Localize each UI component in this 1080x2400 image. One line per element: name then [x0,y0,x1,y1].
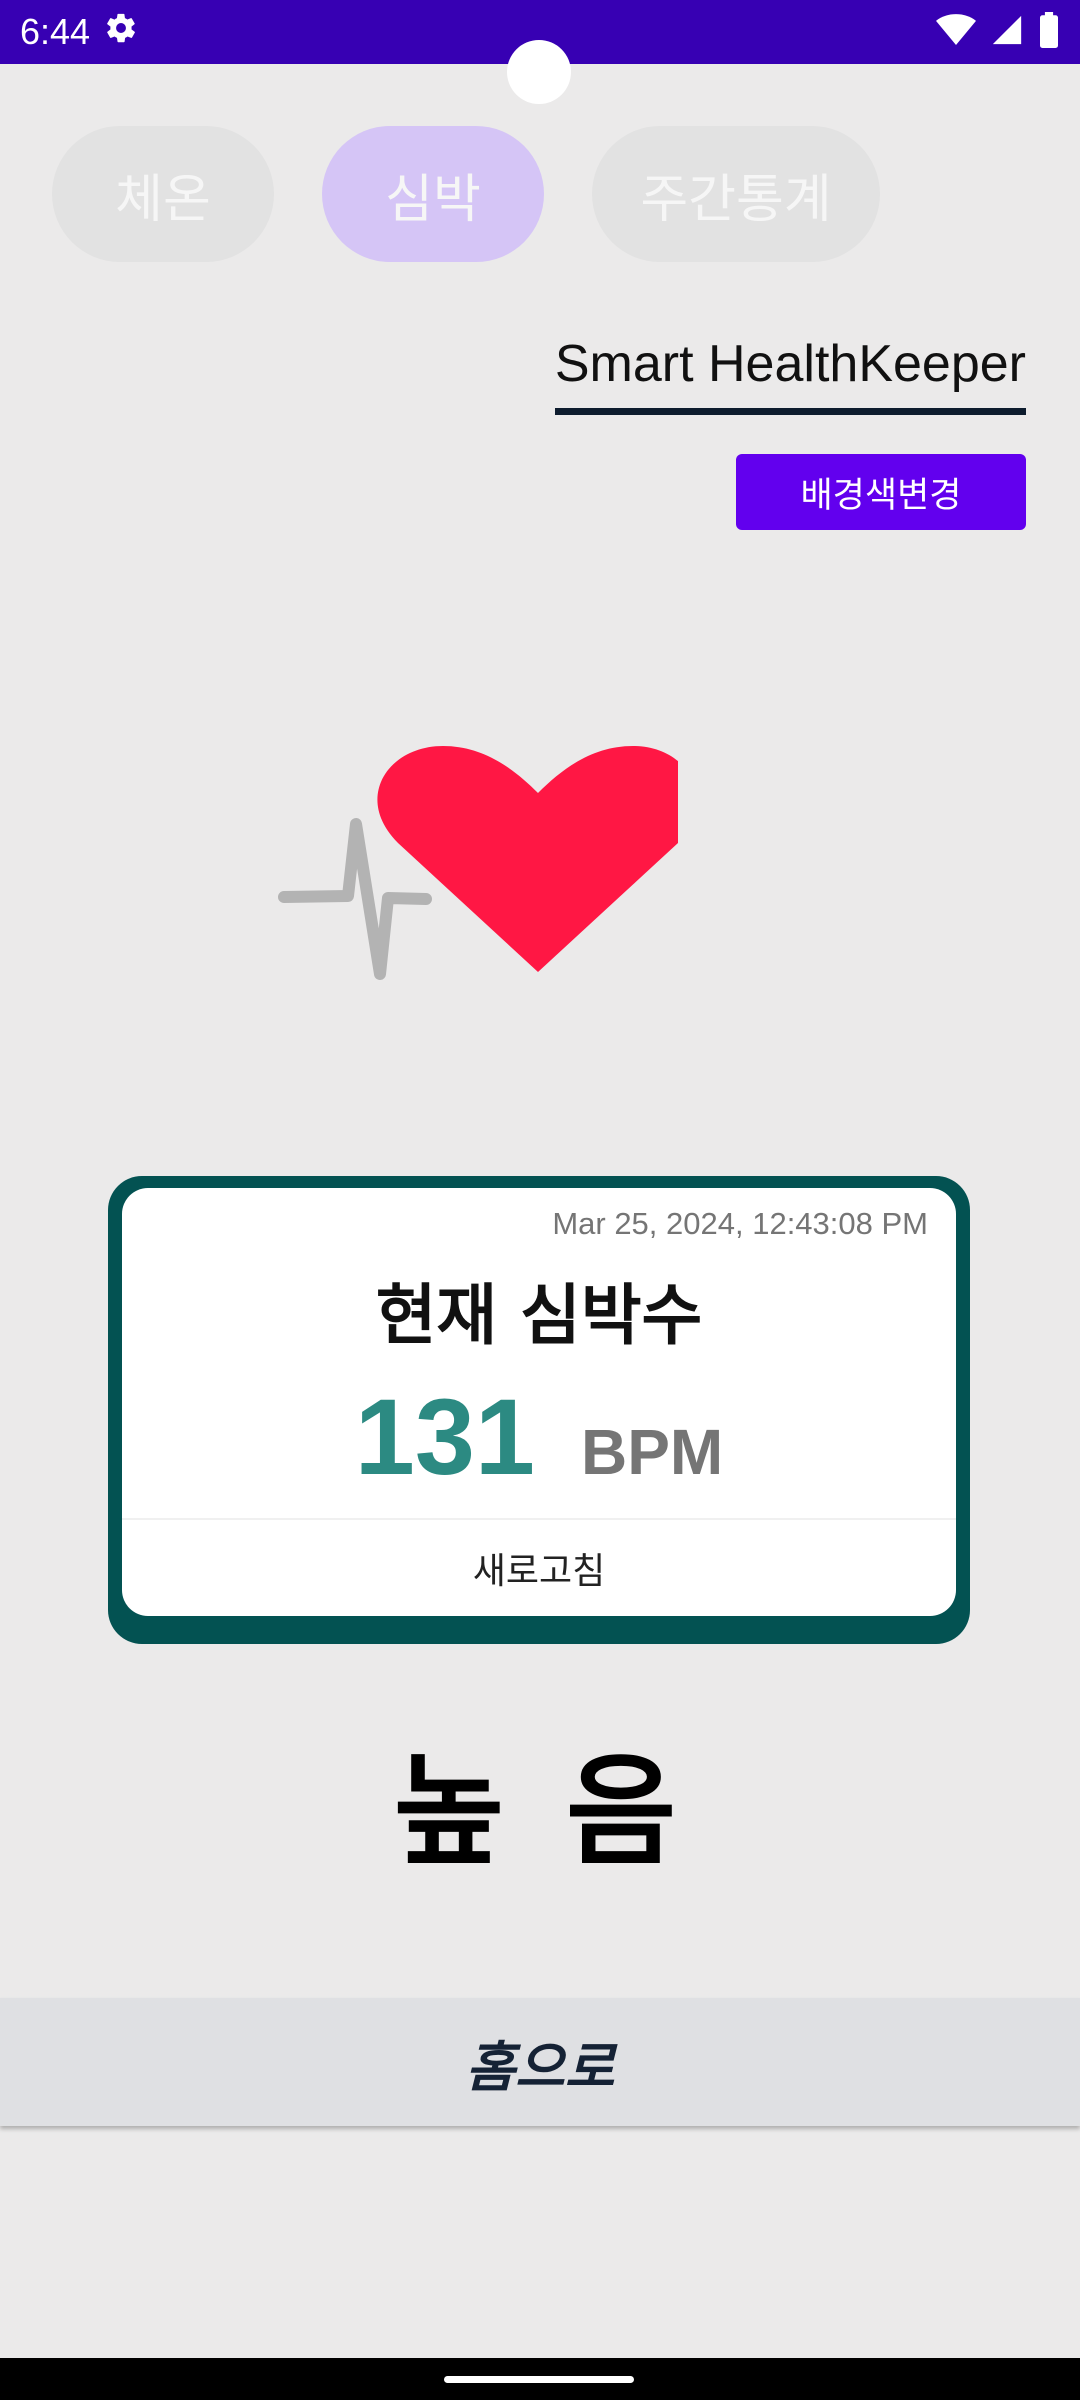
navigation-bar [0,2358,1080,2400]
camera-cutout [507,40,571,104]
change-background-button[interactable]: 배경색변경 [736,454,1026,530]
heart-rate-card: Mar 25, 2024, 12:43:08 PM 현재 심박수 131 BPM… [108,1176,970,1644]
heart-rate-value: 131 [354,1376,535,1497]
tab-weekly-stats[interactable]: 주간통계 [592,126,880,262]
heart-rate-card-body: Mar 25, 2024, 12:43:08 PM 현재 심박수 131 BPM… [122,1188,956,1616]
heart-rate-unit: BPM [580,1416,724,1488]
status-left: 6:44 [20,11,138,54]
measurement-timestamp: Mar 25, 2024, 12:43:08 PM [552,1206,928,1241]
tab-temperature[interactable]: 체온 [52,126,274,262]
signal-icon [990,13,1024,51]
heart-rate-level: 높 음 [393,1743,687,1882]
status-right [936,12,1060,52]
home-gesture-handle[interactable] [444,2376,634,2383]
heart-rate-value-row: 131 BPM [122,1374,956,1499]
wifi-icon [936,13,976,51]
gear-icon [104,11,138,54]
card-title: 현재 심박수 [375,1277,703,1354]
app-title: Smart HealthKeeper [554,334,1026,415]
tab-heart-rate[interactable]: 심박 [322,126,544,262]
refresh-button[interactable]: 새로고침 [122,1520,956,1616]
battery-icon [1038,12,1060,52]
status-time: 6:44 [20,11,91,52]
tab-bar: 체온 심박 주간통계 [52,126,880,262]
heartbeat-icon [278,740,697,984]
home-button[interactable]: 홈으로 [0,1998,1080,2126]
